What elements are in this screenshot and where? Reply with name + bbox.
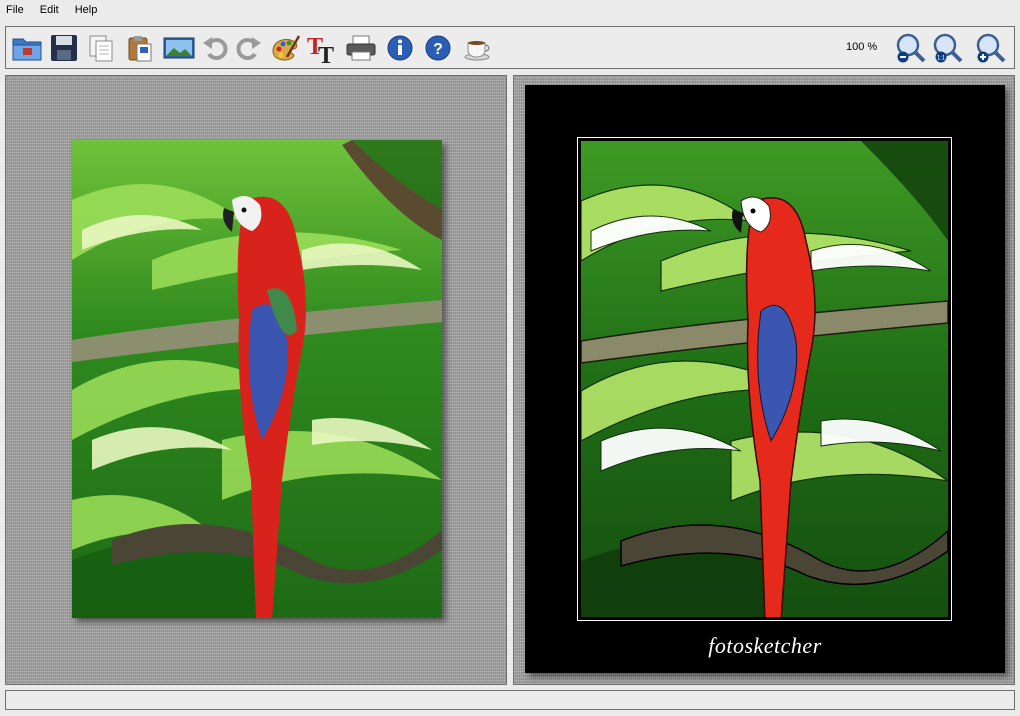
- zoom-out-button[interactable]: [894, 31, 928, 65]
- copy-icon: [89, 35, 113, 62]
- menu-bar: File Edit Help: [0, 0, 1020, 20]
- menu-edit[interactable]: Edit: [34, 4, 65, 16]
- zoom-in-icon: [976, 33, 1006, 63]
- open-folder-icon: [12, 38, 42, 61]
- coffee-cup-icon: [464, 41, 490, 61]
- copy-button[interactable]: [84, 31, 118, 65]
- redo-button[interactable]: [232, 31, 266, 65]
- print-icon: [346, 35, 376, 61]
- info-button[interactable]: [383, 31, 417, 65]
- save-button[interactable]: [47, 31, 81, 65]
- result-image-panel[interactable]: fotosketcher: [513, 75, 1015, 685]
- redo-icon: [236, 37, 261, 60]
- help-icon: ?: [425, 35, 451, 61]
- zoom-level: 100 %: [846, 41, 878, 53]
- save-icon: [51, 35, 77, 61]
- undo-button[interactable]: [198, 31, 232, 65]
- black-mat-frame: fotosketcher: [525, 85, 1005, 673]
- text-icon: T T: [307, 34, 334, 64]
- image-button[interactable]: [162, 31, 196, 65]
- undo-icon: [203, 37, 228, 60]
- image-icon: [163, 37, 195, 59]
- info-icon: [387, 35, 413, 61]
- parrot-photo: [72, 140, 442, 618]
- svg-text:T: T: [318, 43, 334, 64]
- sketched-photo: [581, 141, 948, 617]
- zoom-in-button[interactable]: [974, 31, 1008, 65]
- open-folder-button[interactable]: [10, 31, 44, 65]
- original-photo: [72, 140, 442, 618]
- original-image-panel[interactable]: [5, 75, 507, 685]
- text-button[interactable]: T T: [306, 31, 340, 65]
- zoom-reset-icon: 1:1: [933, 33, 963, 63]
- palette-icon: [272, 35, 301, 61]
- help-button[interactable]: ?: [421, 31, 455, 65]
- zoom-out-icon: [896, 33, 926, 63]
- paste-button[interactable]: [123, 31, 157, 65]
- signature-text: fotosketcher: [708, 633, 822, 658]
- status-bar: [5, 690, 1015, 710]
- paste-icon: [128, 36, 152, 62]
- donate-coffee-button[interactable]: [461, 31, 495, 65]
- print-button[interactable]: [344, 31, 378, 65]
- svg-text:1:1: 1:1: [937, 56, 946, 62]
- white-border-frame: [577, 137, 952, 621]
- toolbar: T T ? 100 % 1:1: [5, 26, 1015, 69]
- zoom-reset-button[interactable]: 1:1: [931, 31, 965, 65]
- palette-button[interactable]: [268, 31, 302, 65]
- menu-help[interactable]: Help: [69, 4, 104, 16]
- menu-file[interactable]: File: [0, 4, 30, 16]
- svg-text:?: ?: [433, 41, 443, 58]
- parrot-sketch: [581, 141, 948, 617]
